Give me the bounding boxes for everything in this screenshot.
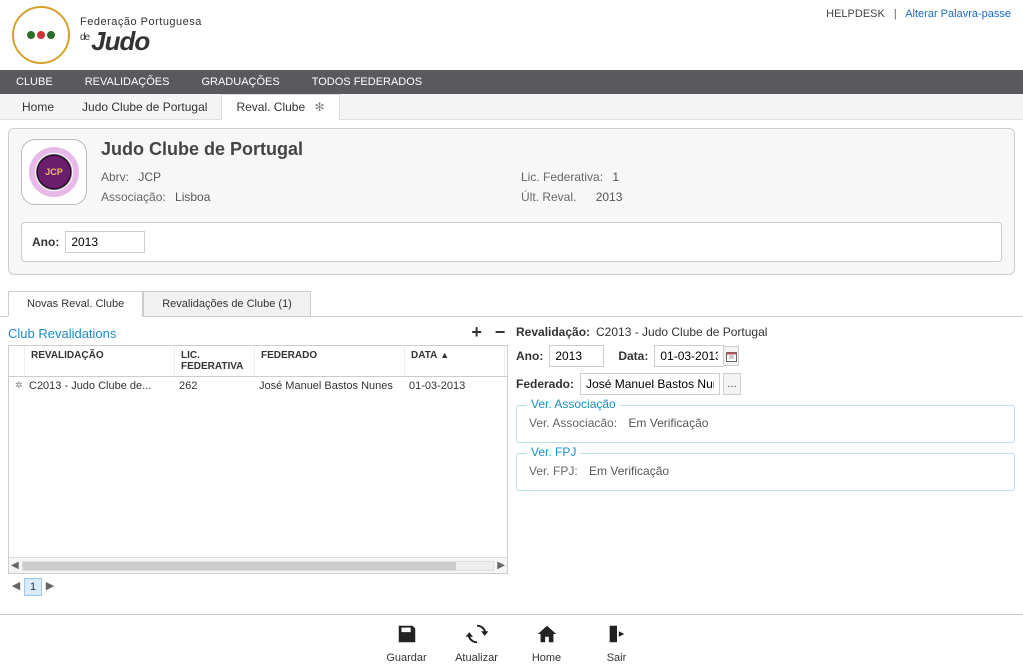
- ver-fpj-label: Ver. FPJ:: [529, 464, 578, 478]
- ver-associacao-label: Ver. Associacão:: [529, 416, 617, 430]
- exit-icon: [606, 623, 628, 645]
- grid-header: REVALIDAÇÃO LIC. FEDERATIVA FEDERADO DAT…: [9, 346, 507, 377]
- change-password-link[interactable]: Alterar Palavra-passe: [905, 8, 1011, 20]
- detail-data-label: Data:: [618, 349, 648, 363]
- col-federado[interactable]: FEDERADO: [255, 346, 405, 376]
- detail-reval-label: Revalidação:: [516, 325, 596, 339]
- add-icon[interactable]: +: [469, 325, 485, 341]
- year-label: Ano:: [32, 235, 59, 249]
- home-icon: [536, 623, 558, 645]
- close-icon[interactable]: ✻: [314, 100, 324, 114]
- detail-reval-value: C2013 - Judo Clube de Portugal: [596, 325, 767, 339]
- col-lic[interactable]: LIC. FEDERATIVA: [175, 346, 255, 376]
- crumb-reval[interactable]: Reval. Clube ✻: [221, 94, 339, 120]
- tab-reval-clube[interactable]: Revalidações de Clube (1): [143, 291, 311, 316]
- save-icon: [396, 623, 418, 645]
- revalidations-grid: REVALIDAÇÃO LIC. FEDERATIVA FEDERADO DAT…: [8, 345, 508, 574]
- separator: |: [894, 8, 897, 20]
- sub-tabs: Novas Reval. Clube Revalidações de Clube…: [0, 291, 1023, 317]
- nav-revalidacoes[interactable]: REVALIDAÇÕES: [69, 70, 186, 94]
- cell-lic: 262: [173, 377, 253, 395]
- lic-value: 1: [612, 170, 619, 184]
- cell-data: 01-03-2013: [403, 377, 503, 395]
- detail-ano-label: Ano:: [516, 349, 543, 363]
- col-data[interactable]: DATA▲: [405, 346, 505, 376]
- refresh-button[interactable]: Atualizar: [442, 623, 512, 664]
- abrv-value: JCP: [138, 170, 161, 184]
- pager-prev[interactable]: ◀: [8, 578, 24, 596]
- ver-associacao-title: Ver. Associação: [527, 397, 620, 411]
- cell-reval: C2013 - Judo Clube de...: [23, 377, 173, 395]
- ver-fpj-box: Ver. FPJ Ver. FPJ: Em Verificação: [516, 453, 1015, 491]
- tab-novas-reval[interactable]: Novas Reval. Clube: [8, 291, 143, 317]
- cell-fed: José Manuel Bastos Nunes: [253, 377, 403, 395]
- detail-fed-label: Federado:: [516, 377, 574, 391]
- club-info-panel: JCP Judo Clube de Portugal Abrv: JCP Lic…: [8, 128, 1015, 275]
- year-filter: Ano:: [21, 222, 1002, 262]
- save-button[interactable]: Guardar: [372, 623, 442, 664]
- assoc-label: Associação:: [101, 190, 166, 204]
- year-input[interactable]: [65, 231, 145, 253]
- grid-title: Club Revalidations: [8, 326, 116, 341]
- scroll-left-icon[interactable]: ◀: [11, 560, 19, 571]
- club-title: Judo Clube de Portugal: [101, 139, 1002, 160]
- pager-next[interactable]: ▶: [42, 578, 58, 596]
- exit-button[interactable]: Sair: [582, 623, 652, 664]
- brand-name: deJudo: [80, 28, 202, 54]
- lic-label: Lic. Federativa:: [521, 170, 603, 184]
- lookup-icon[interactable]: …: [723, 373, 741, 395]
- crumb-club[interactable]: Judo Clube de Portugal: [68, 95, 221, 119]
- pager-page[interactable]: 1: [24, 578, 42, 596]
- nav-graduacoes[interactable]: GRADUAÇÕES: [185, 70, 295, 94]
- detail-ano-input[interactable]: [549, 345, 604, 367]
- ver-fpj-title: Ver. FPJ: [527, 445, 580, 459]
- ult-value: 2013: [596, 190, 623, 204]
- loading-icon: ✲: [9, 377, 23, 395]
- club-logo: JCP: [21, 139, 87, 205]
- breadcrumb-bar: Home Judo Clube de Portugal Reval. Clube…: [0, 94, 1023, 120]
- helpdesk-link[interactable]: HELPDESK: [826, 8, 885, 20]
- assoc-value: Lisboa: [175, 190, 210, 204]
- sort-asc-icon: ▲: [440, 350, 449, 360]
- ver-fpj-value: Em Verificação: [589, 464, 669, 478]
- pager: ◀ 1 ▶: [8, 578, 508, 596]
- nav-clube[interactable]: CLUBE: [0, 70, 69, 94]
- ver-associacao-box: Ver. Associação Ver. Associacão: Em Veri…: [516, 405, 1015, 443]
- horizontal-scrollbar[interactable]: ◀ ▶: [9, 557, 507, 573]
- crumb-home[interactable]: Home: [8, 95, 68, 119]
- federation-logo: [12, 6, 70, 64]
- nav-todos-federados[interactable]: TODOS FEDERADOS: [296, 70, 438, 94]
- ult-label: Últ. Reval.: [521, 190, 576, 204]
- ver-associacao-value: Em Verificação: [628, 416, 708, 430]
- home-button[interactable]: Home: [512, 623, 582, 664]
- scroll-right-icon[interactable]: ▶: [497, 560, 505, 571]
- remove-icon[interactable]: −: [492, 325, 508, 341]
- calendar-icon[interactable]: [723, 346, 739, 366]
- detail-fed-input[interactable]: [580, 373, 720, 395]
- footer-toolbar: Guardar Atualizar Home Sair: [0, 614, 1023, 668]
- crumb-reval-label: Reval. Clube: [236, 100, 305, 114]
- abrv-label: Abrv:: [101, 170, 129, 184]
- main-nav: CLUBE REVALIDAÇÕES GRADUAÇÕES TODOS FEDE…: [0, 70, 1023, 94]
- col-revalidacao[interactable]: REVALIDAÇÃO: [25, 346, 175, 376]
- table-row[interactable]: ✲ C2013 - Judo Clube de... 262 José Manu…: [9, 377, 507, 395]
- detail-data-input[interactable]: [654, 345, 724, 367]
- refresh-icon: [466, 623, 488, 645]
